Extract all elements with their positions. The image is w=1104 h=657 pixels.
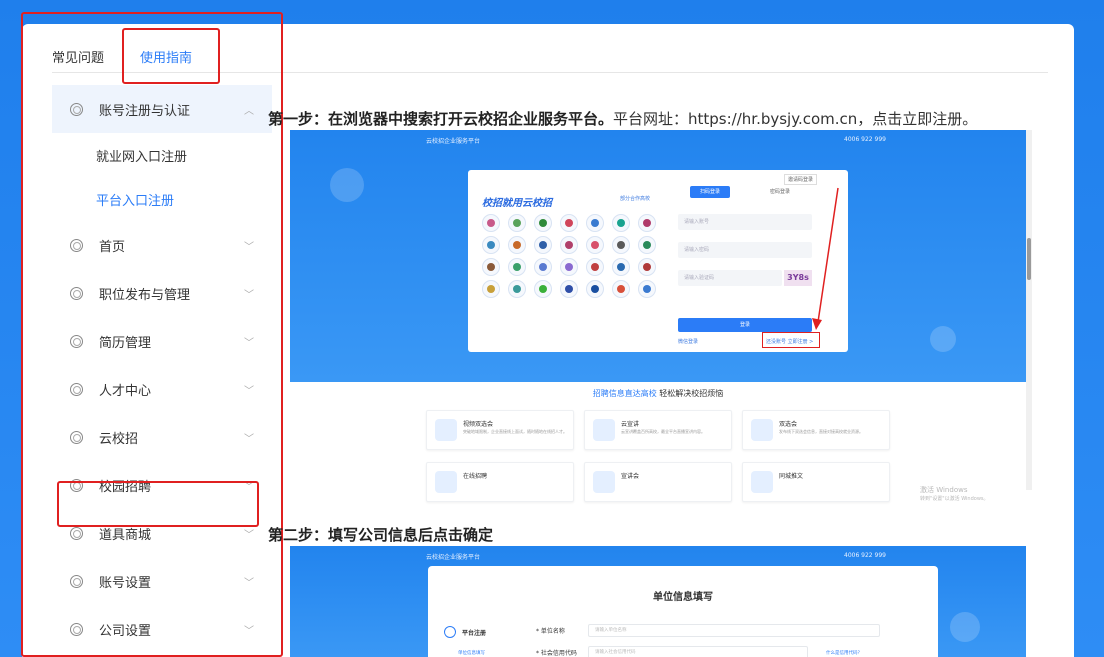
lifebuoy-icon bbox=[70, 102, 83, 116]
hero-banner: 云校招企业服务平台 4006 922 999 校招就用云校招 部分合作高校 扫码… bbox=[290, 130, 1026, 382]
step1-title: 第一步：在浏览器中搜索打开云校招企业服务平台。平台网址：https://hr.b… bbox=[268, 108, 977, 129]
lifebuoy-icon bbox=[70, 574, 83, 588]
credit-code-help-link[interactable]: 什么是信用代码？ bbox=[826, 650, 862, 656]
feature-title: 云宣讲 bbox=[621, 421, 640, 428]
sidebar-item-label: 账号设置 bbox=[99, 575, 152, 591]
company-name-label: * 单位名称 bbox=[536, 628, 565, 635]
feature-desc: 云宣讲覆盖百所高校，最全平台直播宣讲内容。 bbox=[621, 429, 705, 434]
feature-title: 宣讲会 bbox=[621, 473, 640, 480]
chevron-down-icon: ﹀ bbox=[244, 242, 254, 253]
lifebuoy-icon bbox=[70, 478, 83, 492]
tab-divider bbox=[52, 72, 1048, 73]
video-icon bbox=[435, 419, 457, 441]
feature-online-recruit[interactable]: 在线招聘 bbox=[426, 462, 574, 502]
shot2-header-phone: 4006 922 999 bbox=[844, 552, 886, 559]
article-icon bbox=[751, 471, 773, 493]
lifebuoy-icon bbox=[70, 382, 83, 396]
step1-title-normal: 平台网址：https://hr.bysjy.com.cn，点击立即注册。 bbox=[613, 110, 978, 128]
credit-code-input[interactable]: 请输入社会信用代码 bbox=[588, 646, 808, 657]
step2-title: 第二步：填写公司信息后点击确定 bbox=[268, 526, 494, 544]
decor-circle bbox=[950, 612, 980, 642]
form-title: 单位信息填写 bbox=[653, 592, 713, 603]
chevron-up-icon: ︿ bbox=[244, 106, 254, 117]
company-info-form: 单位信息填写 平台注册 单位信息填写 * 单位名称 请输入单位名称 * 社会信用… bbox=[428, 566, 938, 657]
features-title-rest: 轻松解决校招烦恼 bbox=[656, 389, 724, 398]
step1-screenshot: 云校招企业服务平台 4006 922 999 校招就用云校招 部分合作高校 扫码… bbox=[290, 130, 1026, 514]
chevron-down-icon: ﹀ bbox=[244, 434, 254, 445]
lifebuoy-icon bbox=[70, 286, 83, 300]
feature-title: 同城推文 bbox=[779, 473, 804, 480]
sidebar-item-label: 简历管理 bbox=[99, 335, 152, 351]
feature-desc: 突破地域限制，企业直接线上面试，随时随地在线招人才。 bbox=[463, 429, 567, 434]
watermark-line-1: 激活 Windows bbox=[920, 486, 968, 494]
lecture-icon bbox=[593, 471, 615, 493]
sidebar-item-account-settings[interactable]: 账号设置 ﹀ bbox=[52, 557, 272, 605]
sidebar-subitem-platform-registration[interactable]: 平台入口注册 bbox=[52, 177, 272, 221]
windows-activation-watermark: 激活 Windows 转到"设置"以激活 Windows。 bbox=[920, 486, 989, 504]
sidebar-item-label: 校园招聘 bbox=[99, 479, 152, 495]
feature-cloud-talk[interactable]: 云宣讲 云宣讲覆盖百所高校，最全平台直播宣讲内容。 bbox=[584, 410, 732, 450]
sidebar-item-label: 首页 bbox=[99, 239, 126, 255]
company-name-input[interactable]: 请输入单位名称 bbox=[588, 624, 880, 637]
sidebar: 账号注册与认证 ︿ 就业网入口注册 平台入口注册 首页 ﹀ 职位发布与管理 ﹀ … bbox=[52, 85, 272, 653]
chevron-down-icon: ﹀ bbox=[244, 626, 254, 637]
feature-video-fair[interactable]: 视频双选会 突破地域限制，企业直接线上面试，随时随地在线招人才。 bbox=[426, 410, 574, 450]
chevron-down-icon: ﹀ bbox=[244, 578, 254, 589]
step1-title-bold: 第一步：在浏览器中搜索打开云校招企业服务平台。 bbox=[268, 110, 614, 128]
chevron-down-icon: ﹀ bbox=[244, 386, 254, 397]
sidebar-item-company-settings[interactable]: 公司设置 ﹀ bbox=[52, 605, 272, 653]
people-icon bbox=[435, 471, 457, 493]
feature-title: 双选会 bbox=[779, 421, 798, 428]
shot2-header-title: 云校招企业服务平台 bbox=[426, 554, 481, 561]
step-sub-label: 单位信息填写 bbox=[458, 651, 485, 656]
chevron-down-icon: ﹀ bbox=[244, 290, 254, 301]
lifebuoy-icon bbox=[70, 238, 83, 252]
sidebar-item-campus-recruit[interactable]: 校园招聘 ﹀ bbox=[52, 461, 272, 509]
scrollbar-thumb[interactable] bbox=[1027, 238, 1031, 280]
sidebar-item-label: 云校招 bbox=[99, 431, 139, 447]
features-title-highlight: 招聘信息直达高校 bbox=[592, 389, 657, 398]
feature-info-session[interactable]: 宣讲会 bbox=[584, 462, 732, 502]
sidebar-item-account-registration[interactable]: 账号注册与认证 ︿ bbox=[52, 85, 272, 133]
step-radio-label: 平台注册 bbox=[462, 630, 487, 637]
chevron-down-icon: ﹀ bbox=[244, 338, 254, 349]
sidebar-item-home[interactable]: 首页 ﹀ bbox=[52, 221, 272, 269]
feature-job-fair[interactable]: 双选会 发布线下双选会信息，直接对接高校就业资源。 bbox=[742, 410, 890, 450]
step1-screenshot-scrollbar[interactable] bbox=[1026, 130, 1032, 490]
sidebar-item-label: 道具商城 bbox=[99, 527, 152, 543]
features-title: 招聘信息直达高校 轻松解决校招烦恼 bbox=[290, 388, 1026, 399]
lifebuoy-icon bbox=[70, 334, 83, 348]
sidebar-item-label: 账号注册与认证 bbox=[99, 103, 191, 119]
sidebar-subitem-jobsite-registration[interactable]: 就业网入口注册 bbox=[52, 133, 272, 177]
lifebuoy-icon bbox=[70, 526, 83, 540]
watermark-line-2: 转到"设置"以激活 Windows。 bbox=[920, 496, 989, 502]
sidebar-item-label: 人才中心 bbox=[99, 383, 152, 399]
handshake-icon bbox=[751, 419, 773, 441]
lifebuoy-icon bbox=[70, 430, 83, 444]
sidebar-item-label: 职位发布与管理 bbox=[99, 287, 191, 303]
feature-title: 在线招聘 bbox=[463, 473, 488, 480]
sidebar-item-cloud-recruit[interactable]: 云校招 ﹀ bbox=[52, 413, 272, 461]
credit-code-label: * 社会信用代码 bbox=[536, 650, 577, 657]
sidebar-item-talent-center[interactable]: 人才中心 ﹀ bbox=[52, 365, 272, 413]
feature-desc: 发布线下双选会信息，直接对接高校就业资源。 bbox=[779, 429, 863, 434]
annotation-arrow bbox=[812, 187, 839, 330]
sidebar-item-props-store[interactable]: 道具商城 ﹀ bbox=[52, 509, 272, 557]
feature-title: 视频双选会 bbox=[463, 421, 494, 428]
lifebuoy-icon bbox=[70, 622, 83, 636]
sidebar-item-label: 公司设置 bbox=[99, 623, 152, 639]
sidebar-item-job-posting[interactable]: 职位发布与管理 ﹀ bbox=[52, 269, 272, 317]
step2-screenshot: 云校招企业服务平台 4006 922 999 单位信息填写 平台注册 单位信息填… bbox=[290, 546, 1026, 657]
chevron-down-icon: ﹀ bbox=[244, 530, 254, 541]
step-radio-icon bbox=[444, 626, 456, 638]
chevron-down-icon: ﹀ bbox=[244, 482, 254, 493]
feature-local-post[interactable]: 同城推文 bbox=[742, 462, 890, 502]
sidebar-item-resume[interactable]: 简历管理 ﹀ bbox=[52, 317, 272, 365]
presentation-icon bbox=[593, 419, 615, 441]
